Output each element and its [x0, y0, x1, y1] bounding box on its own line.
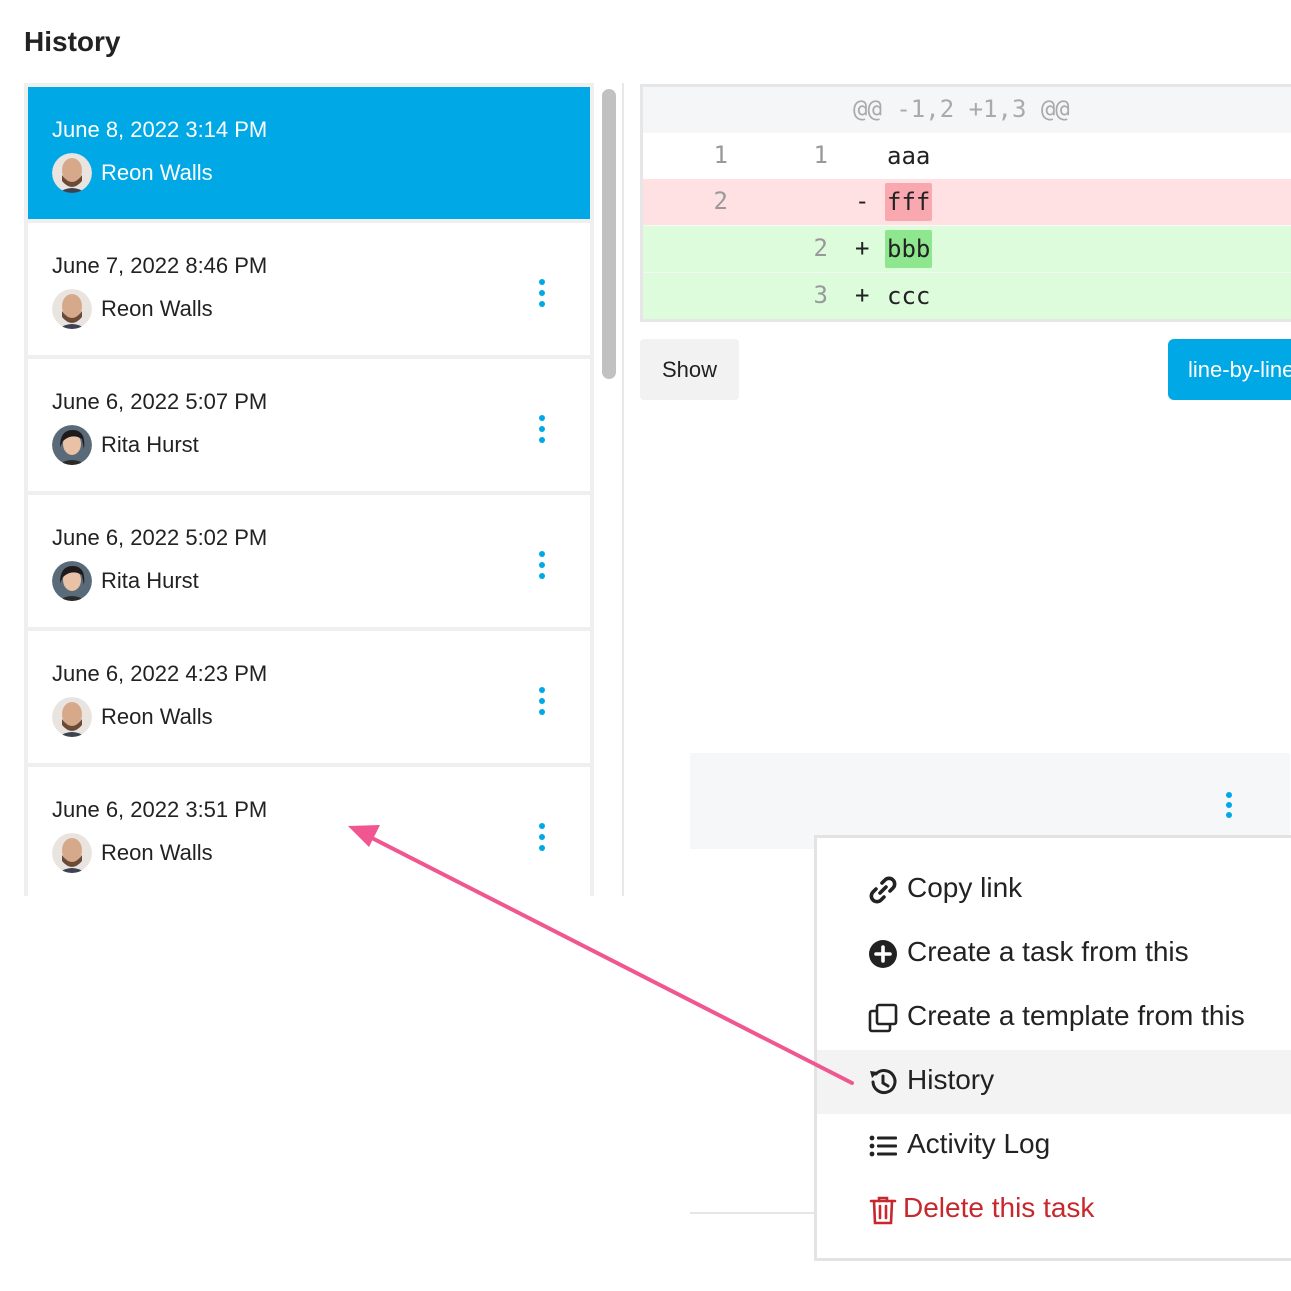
entry-date: June 6, 2022 5:02 PM [52, 525, 268, 550]
diff-line-deleted: 2 - fff [643, 179, 1291, 225]
history-entry[interactable]: June 6, 2022 4:23 PM Reon Walls [28, 631, 590, 763]
entry-date: June 6, 2022 3:51 PM [52, 797, 268, 822]
list-icon [867, 1130, 899, 1162]
diff-code: aaa [887, 142, 931, 170]
diff-sign: - [855, 187, 870, 215]
diff-line-added: 3 + ccc [643, 273, 1291, 319]
history-icon [867, 1066, 899, 1098]
menu-item-label: History [907, 1064, 995, 1095]
page-title: History [24, 26, 121, 57]
task-more-options-icon[interactable] [1221, 792, 1237, 818]
old-line-number: 2 [713, 187, 728, 215]
entry-user-name: Rita Hurst [101, 432, 199, 457]
entry-date: June 7, 2022 8:46 PM [52, 253, 268, 278]
diff-hunk-header: @@ -1,2 +1,3 @@ [643, 87, 1291, 133]
entry-user-name: Rita Hurst [101, 568, 199, 593]
diff-line-context: 1 1 aaa [643, 133, 1291, 179]
menu-item-label: Delete this task [903, 1192, 1095, 1223]
avatar [52, 153, 92, 193]
link-icon [867, 874, 899, 906]
entry-user: Reon Walls [52, 833, 213, 873]
entry-user-name: Reon Walls [101, 704, 213, 729]
more-options-icon[interactable] [534, 823, 550, 851]
new-line-number: 3 [813, 281, 828, 309]
line-by-line-button[interactable]: line-by-line [1168, 339, 1291, 400]
show-button[interactable]: Show [640, 339, 739, 400]
avatar [52, 833, 92, 873]
avatar [52, 697, 92, 737]
more-options-icon[interactable] [534, 279, 550, 307]
copy-icon [867, 1002, 899, 1034]
history-entry[interactable]: June 8, 2022 3:14 PM Reon Walls [28, 87, 590, 219]
trash-icon [867, 1194, 899, 1226]
entry-user-name: Reon Walls [101, 160, 213, 185]
scrollbar-thumb[interactable] [602, 89, 616, 379]
menu-item-delete-task[interactable]: Delete this task [817, 1178, 1291, 1242]
entry-user-name: Reon Walls [101, 296, 213, 321]
entry-user-name: Reon Walls [101, 840, 213, 865]
history-list: June 8, 2022 3:14 PM Reon Walls June 7, … [24, 83, 594, 896]
entry-user: Rita Hurst [52, 425, 199, 465]
plus-circle-icon [867, 938, 899, 970]
entry-date: June 6, 2022 4:23 PM [52, 661, 268, 686]
diff-sign: + [855, 281, 870, 309]
diff-code: ccc [887, 282, 931, 310]
diff-code: fff [885, 183, 933, 221]
menu-item-activity-log[interactable]: Activity Log [817, 1114, 1291, 1178]
menu-item-label: Copy link [907, 872, 1023, 903]
divider [690, 1212, 820, 1214]
new-line-number: 1 [813, 141, 828, 169]
entry-user: Reon Walls [52, 289, 213, 329]
menu-item-copy-link[interactable]: Copy link [817, 858, 1291, 922]
entry-user: Rita Hurst [52, 561, 199, 601]
diff-code: bbb [885, 230, 933, 268]
diff-line-added: 2 + bbb [643, 226, 1291, 272]
hunk-header-text: @@ -1,2 +1,3 @@ [853, 95, 1070, 123]
menu-item-label: Create a task from this [907, 936, 1189, 967]
more-options-icon[interactable] [534, 551, 550, 579]
diff-viewer: @@ -1,2 +1,3 @@ 1 1 aaa 2 - fff 2 + bbb … [640, 84, 1291, 322]
list-scrollbar[interactable] [596, 83, 624, 896]
task-options-menu: Copy link Create a task from this Create… [814, 835, 1291, 1261]
menu-item-label: Create a template from this [907, 1000, 1245, 1031]
menu-item-create-template[interactable]: Create a template from this [817, 986, 1291, 1050]
entry-user: Reon Walls [52, 697, 213, 737]
history-entry[interactable]: June 6, 2022 5:02 PM Rita Hurst [28, 495, 590, 627]
menu-item-label: Activity Log [907, 1128, 1051, 1159]
more-options-icon[interactable] [534, 415, 550, 443]
history-entry[interactable]: June 6, 2022 5:07 PM Rita Hurst [28, 359, 590, 491]
entry-date: June 8, 2022 3:14 PM [52, 117, 268, 142]
more-options-icon[interactable] [534, 687, 550, 715]
menu-item-history[interactable]: History [817, 1050, 1291, 1114]
diff-sign: + [855, 234, 870, 262]
avatar [52, 289, 92, 329]
avatar [52, 561, 92, 601]
entry-date: June 6, 2022 5:07 PM [52, 389, 268, 414]
entry-user: Reon Walls [52, 153, 213, 193]
menu-item-create-task[interactable]: Create a task from this [817, 922, 1291, 986]
new-line-number: 2 [813, 234, 828, 262]
history-entry[interactable]: June 7, 2022 8:46 PM Reon Walls [28, 223, 590, 355]
history-entry[interactable]: June 6, 2022 3:51 PM Reon Walls [28, 767, 590, 896]
avatar [52, 425, 92, 465]
old-line-number: 1 [713, 141, 728, 169]
